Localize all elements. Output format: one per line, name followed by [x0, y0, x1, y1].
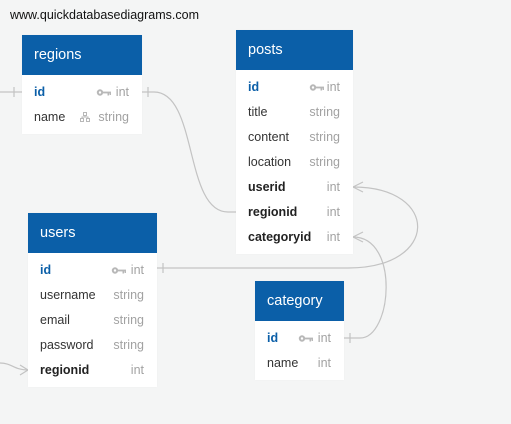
- field-name: username: [40, 288, 96, 302]
- field-row[interactable]: regionid int: [28, 358, 157, 383]
- field-row[interactable]: id int: [236, 75, 353, 100]
- field-type: int: [317, 356, 331, 370]
- field-name: id: [267, 331, 279, 345]
- field-name: email: [40, 313, 70, 327]
- key-icon: [309, 84, 324, 91]
- field-name: regionid: [248, 205, 298, 219]
- field-type: string: [113, 288, 144, 302]
- field-row[interactable]: email string: [28, 308, 157, 333]
- key-icon: [298, 335, 313, 342]
- field-row[interactable]: content string: [236, 125, 353, 150]
- field-type: int: [326, 230, 340, 244]
- table-title: category: [255, 281, 344, 321]
- field-name: password: [40, 338, 94, 352]
- field-type: string: [309, 105, 340, 119]
- field-name: id: [40, 263, 52, 277]
- field-type: int: [317, 331, 331, 345]
- field-row[interactable]: id int: [22, 80, 142, 105]
- field-name: location: [248, 155, 292, 169]
- table-regions[interactable]: regions id int name string: [22, 35, 142, 134]
- field-type: string: [113, 338, 144, 352]
- field-name: id: [34, 85, 46, 99]
- field-type: int: [115, 85, 129, 99]
- field-type: int: [130, 363, 144, 377]
- field-row[interactable]: name int: [255, 351, 344, 376]
- field-type: int: [326, 80, 340, 94]
- field-name: userid: [248, 180, 286, 194]
- table-title: regions: [22, 35, 142, 75]
- table-category[interactable]: category id int name int: [255, 281, 344, 380]
- field-type: string: [113, 313, 144, 327]
- field-type: int: [326, 180, 340, 194]
- field-name: name: [267, 356, 299, 370]
- field-type: int: [326, 205, 340, 219]
- field-name: name: [34, 110, 66, 124]
- field-row[interactable]: password string: [28, 333, 157, 358]
- table-users[interactable]: users id int username string email strin…: [28, 213, 157, 387]
- field-row[interactable]: location string: [236, 150, 353, 175]
- table-title: users: [28, 213, 157, 253]
- field-type: string: [98, 110, 129, 124]
- field-name: content: [248, 130, 290, 144]
- field-row[interactable]: categoryid int: [236, 225, 353, 250]
- field-row[interactable]: userid int: [236, 175, 353, 200]
- field-type: string: [309, 130, 340, 144]
- field-row[interactable]: id int: [28, 258, 157, 283]
- link-users-left-stub: [0, 362, 29, 371]
- field-row[interactable]: username string: [28, 283, 157, 308]
- field-name: categoryid: [248, 230, 312, 244]
- table-title: posts: [236, 30, 353, 70]
- field-row[interactable]: regionid int: [236, 200, 353, 225]
- index-icon: [80, 112, 90, 122]
- field-name: regionid: [40, 363, 90, 377]
- key-icon: [111, 267, 126, 274]
- field-row[interactable]: title string: [236, 100, 353, 125]
- field-row[interactable]: id int: [255, 326, 344, 351]
- field-type: string: [309, 155, 340, 169]
- table-posts[interactable]: posts id int title string content string…: [236, 30, 353, 254]
- field-name: id: [248, 80, 260, 94]
- field-type: int: [130, 263, 144, 277]
- link-regions-posts: [142, 91, 236, 213]
- field-name: title: [248, 105, 268, 119]
- field-row[interactable]: name string: [22, 105, 142, 130]
- key-icon: [96, 89, 111, 96]
